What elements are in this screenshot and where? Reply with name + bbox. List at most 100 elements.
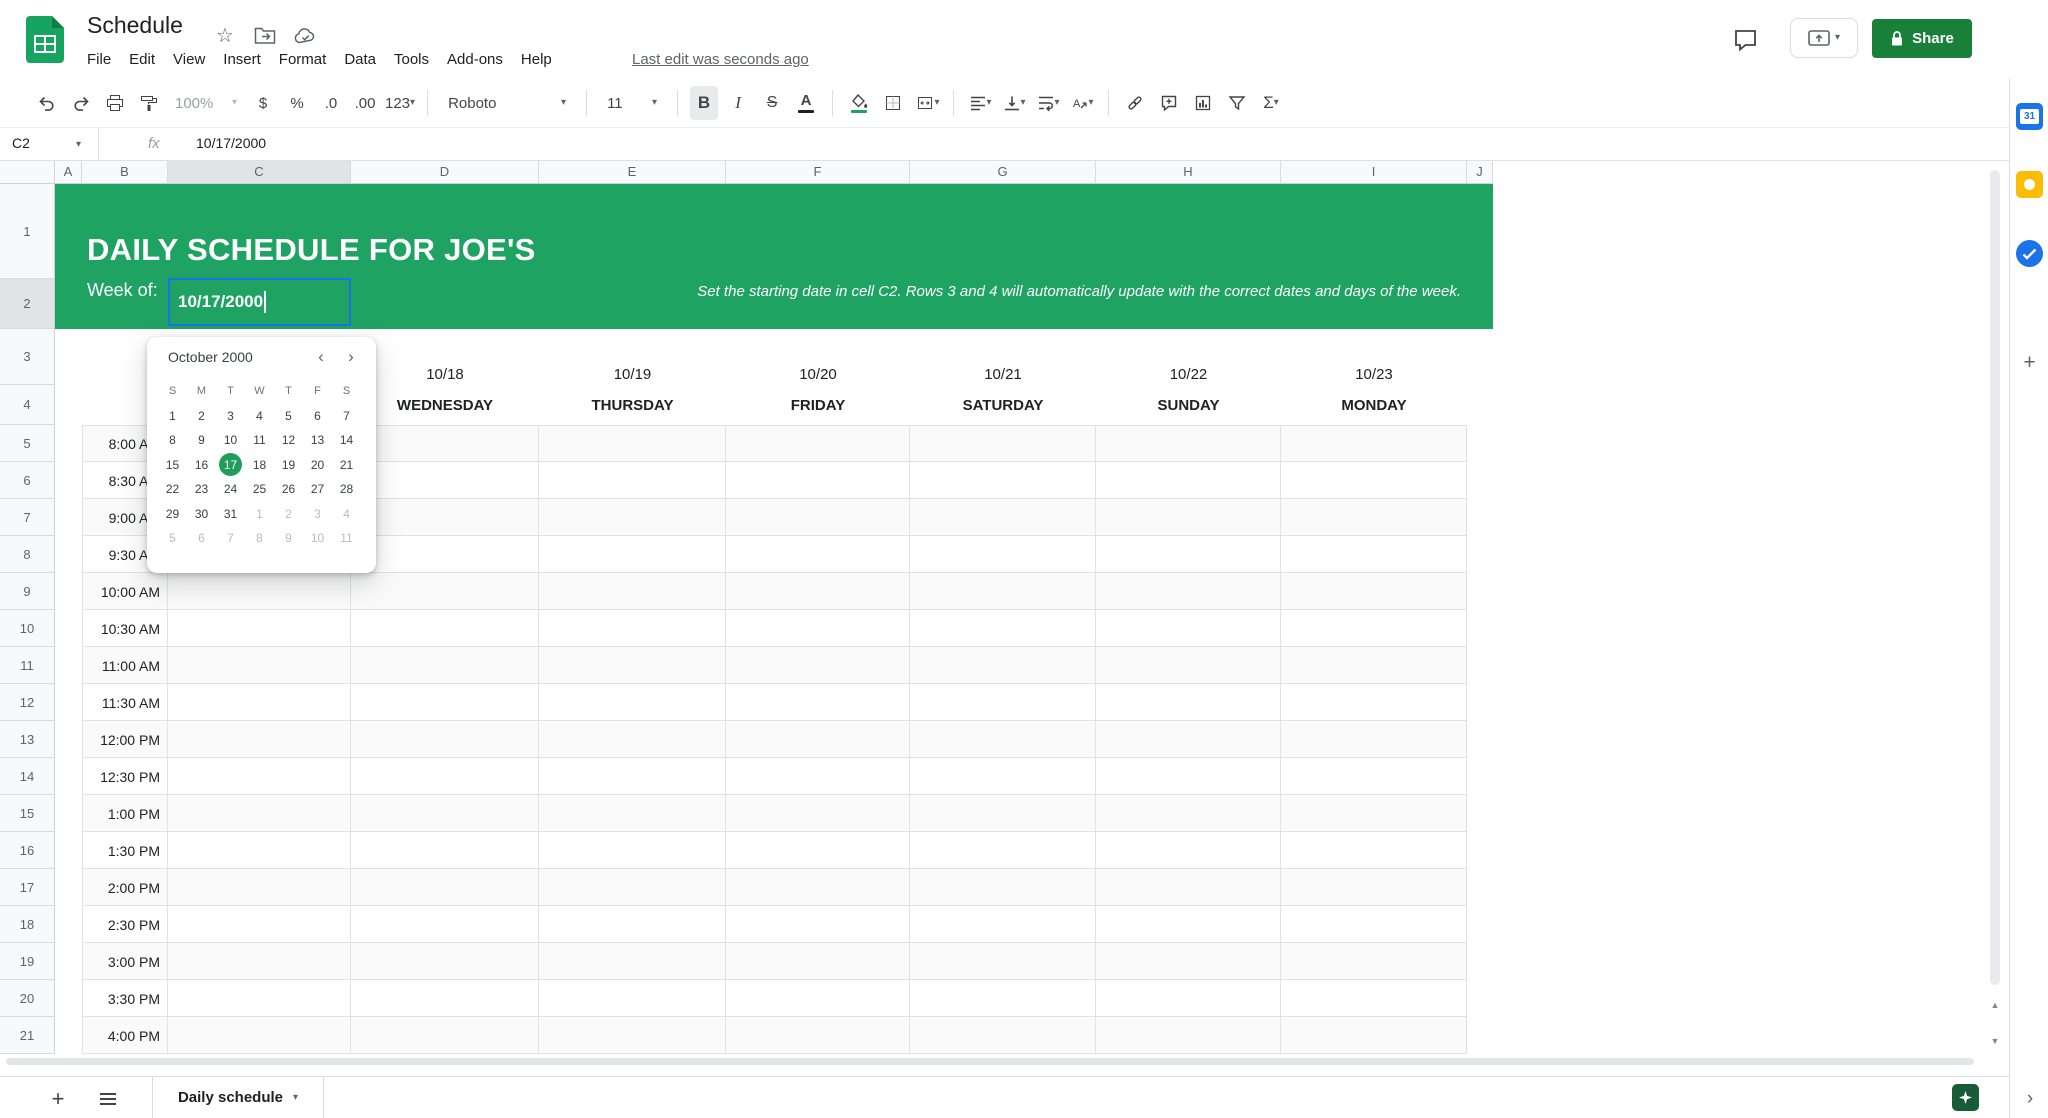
menu-file[interactable]: File — [78, 47, 120, 73]
add-addon-button[interactable]: + — [2016, 349, 2043, 376]
row-header-5[interactable]: 5 — [0, 425, 55, 462]
schedule-cell[interactable] — [1096, 869, 1281, 906]
calendar-day[interactable]: 1 — [158, 404, 187, 429]
time-cell[interactable]: 1:00 PM — [82, 795, 168, 832]
row-header-15[interactable]: 15 — [0, 795, 55, 832]
schedule-cell[interactable] — [351, 980, 539, 1017]
schedule-cell[interactable] — [726, 795, 910, 832]
calendar-day[interactable]: 23 — [187, 477, 216, 502]
row-header-19[interactable]: 19 — [0, 943, 55, 980]
schedule-cell[interactable] — [726, 536, 910, 573]
calendar-day[interactable]: 26 — [274, 477, 303, 502]
calendar-day[interactable]: 2 — [274, 502, 303, 527]
schedule-cell[interactable] — [1281, 499, 1467, 536]
calendar-day[interactable]: 27 — [303, 477, 332, 502]
schedule-cell[interactable] — [910, 610, 1096, 647]
schedule-cell[interactable] — [910, 536, 1096, 573]
schedule-cell[interactable] — [910, 869, 1096, 906]
time-cell[interactable]: 3:30 PM — [82, 980, 168, 1017]
schedule-cell[interactable] — [1281, 869, 1467, 906]
calendar-day[interactable]: 7 — [216, 526, 245, 551]
schedule-cell[interactable] — [539, 536, 726, 573]
menu-help[interactable]: Help — [512, 47, 561, 73]
schedule-cell[interactable] — [539, 684, 726, 721]
row-header-9[interactable]: 9 — [0, 573, 55, 610]
format-currency-button[interactable]: $ — [249, 86, 277, 120]
explore-button[interactable] — [1952, 1084, 1979, 1111]
calendar-day[interactable]: 11 — [332, 526, 361, 551]
schedule-cell[interactable] — [910, 1017, 1096, 1054]
google-tasks-icon[interactable] — [2016, 240, 2043, 267]
scroll-up-arrow[interactable]: ▲ — [1986, 996, 2004, 1014]
schedule-cell[interactable] — [539, 499, 726, 536]
schedule-cell[interactable] — [351, 906, 539, 943]
schedule-cell[interactable] — [1281, 425, 1467, 462]
format-percent-button[interactable]: % — [283, 86, 311, 120]
schedule-cell[interactable] — [910, 647, 1096, 684]
calendar-day[interactable]: 18 — [245, 453, 274, 478]
schedule-cell[interactable] — [726, 573, 910, 610]
schedule-cell[interactable] — [1281, 573, 1467, 610]
row-header-18[interactable]: 18 — [0, 906, 55, 943]
row-header-10[interactable]: 10 — [0, 610, 55, 647]
select-all-corner[interactable] — [0, 160, 55, 184]
schedule-cell[interactable] — [1096, 906, 1281, 943]
calendar-day[interactable]: 11 — [245, 428, 274, 453]
schedule-cell[interactable] — [726, 425, 910, 462]
time-cell[interactable]: 2:30 PM — [82, 906, 168, 943]
schedule-cell[interactable] — [539, 869, 726, 906]
schedule-cell[interactable] — [351, 869, 539, 906]
italic-button[interactable]: I — [724, 86, 752, 120]
calendar-day[interactable]: 30 — [187, 502, 216, 527]
schedule-cell[interactable] — [910, 758, 1096, 795]
schedule-cell[interactable] — [168, 758, 351, 795]
row-header-14[interactable]: 14 — [0, 758, 55, 795]
calendar-day[interactable]: 4 — [245, 404, 274, 429]
fill-color-button[interactable] — [845, 86, 873, 120]
calendar-day[interactable]: 15 — [158, 453, 187, 478]
column-header-A[interactable]: A — [55, 160, 82, 184]
column-header-E[interactable]: E — [539, 160, 726, 184]
schedule-cell[interactable] — [910, 721, 1096, 758]
redo-button[interactable] — [67, 86, 95, 120]
calendar-day[interactable]: 10 — [216, 428, 245, 453]
menu-insert[interactable]: Insert — [214, 47, 270, 73]
schedule-cell[interactable] — [539, 1017, 726, 1054]
text-rotation-button[interactable]: A ▾ — [1068, 86, 1096, 120]
google-keep-icon[interactable] — [2016, 171, 2043, 198]
schedule-cell[interactable] — [168, 647, 351, 684]
time-cell[interactable]: 3:00 PM — [82, 943, 168, 980]
calendar-day[interactable]: 3 — [216, 404, 245, 429]
all-sheets-button[interactable] — [94, 1085, 122, 1113]
schedule-cell[interactable] — [910, 906, 1096, 943]
day-header[interactable]: FRIDAY — [726, 391, 910, 419]
present-button[interactable]: ▾ — [1790, 18, 1858, 58]
schedule-cell[interactable] — [168, 906, 351, 943]
column-header-C[interactable]: C — [168, 160, 351, 184]
schedule-cell[interactable] — [168, 573, 351, 610]
calendar-day[interactable]: 25 — [245, 477, 274, 502]
calendar-day[interactable]: 29 — [158, 502, 187, 527]
insert-link-button[interactable] — [1121, 86, 1149, 120]
create-filter-button[interactable] — [1223, 86, 1251, 120]
calendar-day[interactable]: 2 — [187, 404, 216, 429]
calendar-day[interactable]: 14 — [332, 428, 361, 453]
hide-side-panel-button[interactable]: › — [2018, 1087, 2042, 1111]
schedule-cell[interactable] — [351, 758, 539, 795]
time-cell[interactable]: 2:00 PM — [82, 869, 168, 906]
schedule-cell[interactable] — [351, 721, 539, 758]
schedule-cell[interactable] — [1096, 462, 1281, 499]
menu-view[interactable]: View — [164, 47, 214, 73]
schedule-cell[interactable] — [539, 758, 726, 795]
schedule-cell[interactable] — [539, 906, 726, 943]
calendar-day[interactable]: 8 — [245, 526, 274, 551]
date-header[interactable]: 10/21 — [910, 361, 1096, 388]
schedule-cell[interactable] — [1096, 647, 1281, 684]
date-header[interactable]: 10/20 — [726, 361, 910, 388]
font-select[interactable]: Roboto ▾ — [440, 86, 574, 120]
day-header[interactable]: MONDAY — [1281, 391, 1467, 419]
row-header-2[interactable]: 2 — [0, 279, 55, 329]
day-header[interactable]: THURSDAY — [539, 391, 726, 419]
menu-edit[interactable]: Edit — [120, 47, 164, 73]
calendar-day[interactable]: 28 — [332, 477, 361, 502]
